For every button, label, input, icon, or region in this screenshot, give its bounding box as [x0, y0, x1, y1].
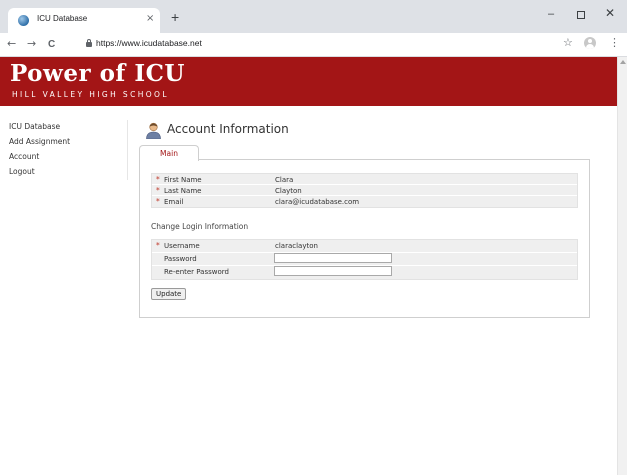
page-viewport: Power of ICU HILL VALLEY HIGH SCHOOL ICU… [0, 57, 617, 475]
close-window-button[interactable]: ✕ [605, 6, 615, 20]
page-title: Account Information [167, 122, 289, 136]
new-tab-button[interactable]: + [171, 10, 179, 24]
tab-bar: Main [139, 145, 590, 161]
update-button[interactable]: Update [151, 288, 187, 300]
site-title: Power of ICU [10, 60, 185, 87]
tab-main[interactable]: Main [139, 145, 199, 161]
table-row: Re-enter Password [152, 266, 577, 279]
required-marker: * [156, 186, 160, 195]
last-name-label: Last Name [164, 187, 202, 195]
bookmark-star-icon[interactable]: ☆ [563, 36, 573, 49]
password-field[interactable] [274, 253, 392, 263]
sidebar-item-account[interactable]: Account [9, 151, 127, 166]
browser-menu-icon[interactable]: ⋮ [609, 37, 620, 48]
back-arrow-icon[interactable]: ← [7, 37, 16, 51]
required-marker: * [156, 175, 160, 184]
site-banner: Power of ICU HILL VALLEY HIGH SCHOOL [0, 57, 617, 106]
browser-tab-strip: ICU Database × + – ✕ [0, 0, 627, 33]
vertical-scrollbar[interactable] [617, 57, 627, 475]
scroll-up-arrow-icon[interactable] [620, 60, 626, 64]
last-name-value: Clayton [275, 187, 302, 195]
profile-avatar-icon[interactable] [584, 37, 596, 49]
email-value: clara@icudatabase.com [275, 198, 360, 206]
sidebar-item-add-assignment[interactable]: Add Assignment [9, 136, 127, 151]
reenter-password-field[interactable] [274, 266, 392, 276]
browser-tab[interactable]: ICU Database × [8, 8, 160, 33]
user-account-icon [146, 122, 161, 139]
table-row: * Email clara@icudatabase.com [152, 196, 577, 207]
required-marker: * [156, 197, 160, 206]
table-row: * Username claraclayton [152, 240, 577, 253]
sidebar-divider [127, 120, 128, 180]
username-value: claraclayton [275, 242, 318, 250]
login-section-title: Change Login Information [151, 222, 249, 231]
address-bar[interactable]: https://www.icudatabase.net [96, 38, 202, 48]
account-panel: * First Name Clara * Last Name Clayton *… [139, 160, 590, 318]
minimize-button[interactable]: – [548, 8, 554, 20]
first-name-label: First Name [164, 176, 202, 184]
required-marker: * [156, 241, 160, 250]
table-row: Password [152, 253, 577, 266]
table-row: * First Name Clara [152, 174, 577, 185]
reload-icon[interactable]: C [48, 38, 55, 52]
forward-arrow-icon[interactable]: → [27, 37, 36, 51]
sidebar-item-logout[interactable]: Logout [9, 166, 127, 181]
password-label: Password [164, 255, 197, 263]
browser-toolbar: ← → C https://www.icudatabase.net ☆ ⋮ [0, 33, 627, 57]
login-info-table: * Username claraclayton Password Re-ente… [151, 239, 578, 280]
reenter-password-label: Re-enter Password [164, 268, 229, 276]
globe-icon [18, 15, 29, 26]
sidebar-item-icu-database[interactable]: ICU Database [9, 121, 127, 136]
sidebar-nav: ICU Database Add Assignment Account Logo… [9, 121, 127, 181]
site-subtitle: HILL VALLEY HIGH SCHOOL [12, 90, 169, 99]
personal-info-table: * First Name Clara * Last Name Clayton *… [151, 173, 578, 208]
tab-close-icon[interactable]: × [146, 13, 154, 25]
email-label: Email [164, 198, 184, 206]
username-label: Username [164, 242, 200, 250]
maximize-button[interactable] [577, 11, 585, 19]
table-row: * Last Name Clayton [152, 185, 577, 196]
lock-icon[interactable] [86, 39, 92, 47]
first-name-value: Clara [275, 176, 294, 184]
browser-tab-title: ICU Database [37, 14, 88, 23]
